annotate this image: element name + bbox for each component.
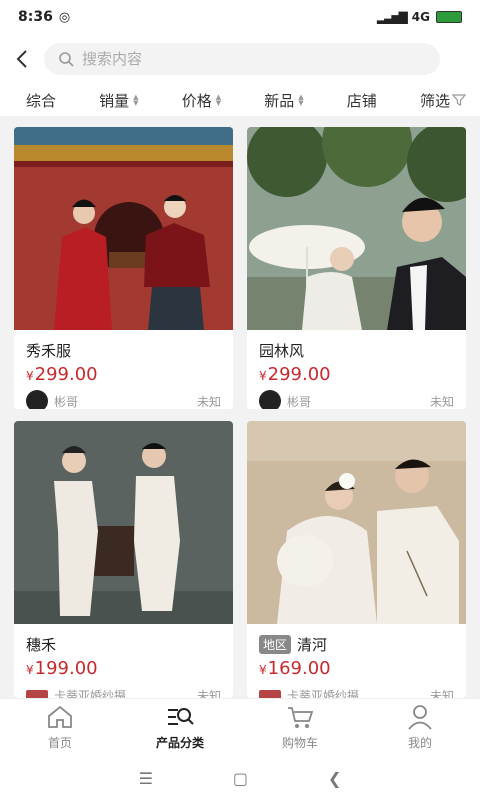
bottom-tab-bar: 首页 产品分类 购物车 我的 — [0, 698, 480, 756]
battery-icon — [436, 11, 462, 23]
currency-symbol: ¥ — [259, 663, 267, 677]
sort-arrows-icon: ▲ ▼ — [133, 93, 139, 107]
currency-symbol: ¥ — [259, 369, 267, 383]
user-icon — [408, 705, 432, 730]
search-input[interactable] — [82, 50, 382, 68]
product-photo — [247, 421, 466, 624]
product-title: 穗禾 — [14, 624, 233, 654]
sort-comprehensive[interactable]: 综合 — [26, 90, 56, 111]
sort-label: 筛选 — [419, 91, 450, 110]
product-price: ¥299.00 — [14, 360, 233, 386]
tab-label: 产品分类 — [155, 736, 204, 750]
home-icon — [48, 705, 72, 728]
status-time: 8:36 — [18, 9, 53, 25]
search-box[interactable] — [44, 43, 440, 75]
product-photo — [14, 127, 233, 330]
sort-store[interactable]: 店铺 — [347, 90, 377, 111]
product-meta: 卡蒂亚婚纱摄... 未知 — [14, 680, 233, 698]
chevron-left-icon — [16, 50, 27, 68]
product-price: ¥169.00 — [247, 654, 466, 680]
currency-symbol: ¥ — [26, 663, 34, 677]
status-right: ▂▃▅▇ 4G — [377, 10, 462, 24]
back-button[interactable] — [0, 34, 44, 84]
product-location: 未知 — [196, 688, 221, 699]
sort-bar: 综合 销量 ▲ ▼ 价格 ▲ ▼ 新品 ▲ ▼ 店铺 筛选 — [0, 84, 480, 116]
product-title-text: 秀禾服 — [26, 341, 72, 360]
sort-price[interactable]: 价格 ▲ ▼ — [182, 90, 221, 111]
sort-arrows-icon: ▲ ▼ — [298, 93, 304, 107]
product-meta: 卡蒂亚婚纱摄... 未知 — [247, 680, 466, 698]
price-value: 199.00 — [34, 658, 98, 679]
seller-name: 彬哥 — [54, 394, 79, 409]
filter-button[interactable]: 筛选 — [420, 90, 466, 111]
sort-arrows-icon: ▲ ▼ — [215, 93, 222, 107]
menu-icon[interactable]: ☰ — [139, 769, 153, 788]
seller-logo — [26, 690, 48, 698]
tab-profile[interactable]: 我的 — [360, 699, 480, 756]
product-price: ¥199.00 — [14, 654, 233, 680]
product-title: 地区 清河 — [247, 624, 466, 654]
product-location: 未知 — [429, 394, 454, 409]
seller-logo — [259, 690, 281, 698]
status-bar: 8:36 ◎ ▂▃▅▇ 4G — [0, 0, 480, 34]
product-price: ¥299.00 — [247, 360, 466, 386]
filter-icon — [451, 94, 466, 106]
product-meta: 彬哥 未知 — [14, 386, 233, 409]
price-value: 299.00 — [34, 364, 98, 385]
cart-icon — [288, 707, 314, 728]
price-value: 169.00 — [267, 658, 331, 679]
product-location: 未知 — [429, 688, 454, 699]
back-nav-icon[interactable]: ❮ — [328, 769, 341, 788]
product-title: 秀禾服 — [14, 330, 233, 360]
tab-category[interactable]: 产品分类 — [120, 699, 240, 756]
product-location: 未知 — [196, 394, 221, 409]
seller-name: 卡蒂亚婚纱摄... — [287, 688, 371, 699]
sort-label: 价格 — [181, 91, 212, 110]
category-search-icon — [168, 708, 194, 725]
sort-label: 店铺 — [346, 91, 377, 110]
tab-cart[interactable]: 购物车 — [240, 699, 360, 756]
region-tag: 地区 — [259, 634, 292, 654]
product-meta: 彬哥 未知 — [247, 386, 466, 409]
search-icon — [59, 52, 74, 67]
product-title-text: 园林风 — [259, 341, 305, 360]
sort-label: 销量 — [99, 91, 130, 110]
product-title-text: 清河 — [297, 635, 328, 654]
notification-icon: ◎ — [58, 9, 71, 25]
sort-label: 新品 — [264, 91, 295, 110]
product-card[interactable]: 穗禾 ¥199.00 卡蒂亚婚纱摄... 未知 — [14, 421, 233, 698]
seller-name: 彬哥 — [287, 394, 312, 409]
home-square-icon[interactable]: ▢ — [233, 769, 248, 788]
tab-label: 首页 — [47, 736, 72, 750]
seller-avatar — [26, 390, 48, 409]
system-nav-bar: ☰ ▢ ❮ — [0, 756, 480, 800]
seller-avatar — [259, 390, 281, 409]
product-card[interactable]: 地区 清河 ¥169.00 卡蒂亚婚纱摄... 未知 — [247, 421, 466, 698]
product-title: 园林风 — [247, 330, 466, 360]
product-photo — [14, 421, 233, 624]
product-card[interactable]: 秀禾服 ¥299.00 彬哥 未知 — [14, 127, 233, 409]
product-photo — [247, 127, 466, 330]
currency-symbol: ¥ — [26, 369, 34, 383]
price-value: 299.00 — [267, 364, 331, 385]
sort-new[interactable]: 新品 ▲ ▼ — [264, 90, 303, 111]
signal-icon: ▂▃▅▇ — [376, 10, 408, 24]
sort-label: 综合 — [26, 91, 57, 110]
seller-name: 卡蒂亚婚纱摄... — [54, 688, 138, 699]
search-header — [0, 34, 480, 84]
tab-label: 我的 — [407, 736, 432, 750]
network-type: 4G — [411, 10, 430, 24]
tab-label: 购物车 — [281, 736, 318, 750]
sort-sales[interactable]: 销量 ▲ ▼ — [99, 90, 138, 111]
product-title-text: 穗禾 — [26, 635, 57, 654]
product-card[interactable]: 园林风 ¥299.00 彬哥 未知 — [247, 127, 466, 409]
tab-home[interactable]: 首页 — [0, 699, 120, 756]
